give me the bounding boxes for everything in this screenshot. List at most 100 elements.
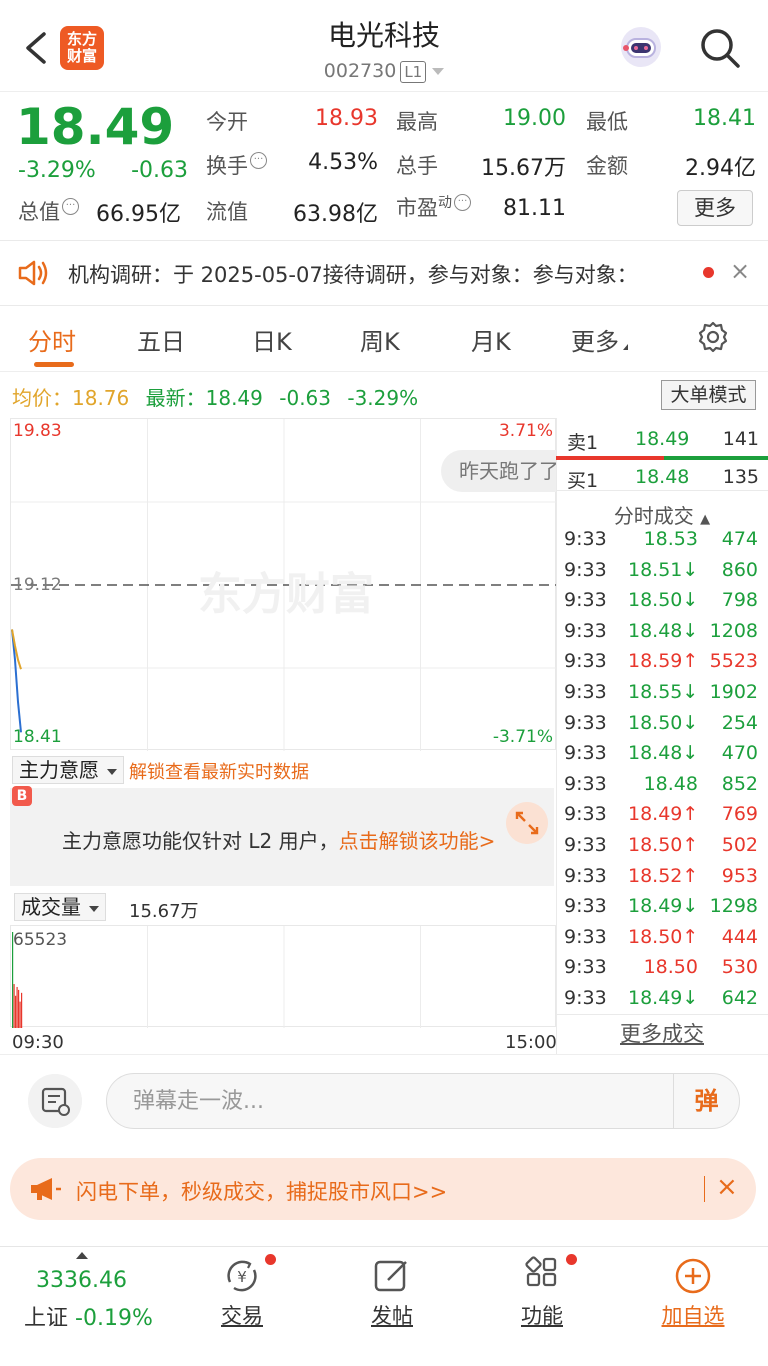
research-notice[interactable]: 机构调研：于 2025-05-07接待调研，参与对象：参与对象： [0, 242, 768, 304]
trade-time: 9:33 [564, 528, 607, 550]
notification-dot [265, 1254, 276, 1265]
nav-trade[interactable]: ¥ 交易 [197, 1256, 287, 1330]
volume-chart-svg [12, 926, 421, 1028]
pe-label[interactable]: 市盈动 ··· [396, 192, 471, 222]
change-amount: -0.63 [131, 158, 188, 183]
trade-volume: 769 [721, 803, 758, 826]
trade-row: 9:33 18.50↑ 444 [556, 926, 768, 956]
volume-chart[interactable]: 65523 [10, 925, 556, 1028]
open-value: 18.93 [315, 106, 378, 131]
nav-add-watchlist[interactable]: 加自选 [648, 1256, 738, 1330]
volume-bar [16, 986, 18, 1028]
turnover-label[interactable]: 换手 ··· [206, 150, 267, 180]
nav-functions[interactable]: 功能 [497, 1256, 587, 1330]
trade-volume: 1208 [709, 619, 758, 642]
trade-time: 9:33 [564, 803, 607, 826]
comment-list-icon[interactable] [28, 1074, 82, 1128]
search-icon[interactable] [698, 26, 742, 70]
low-label: 最低 [586, 110, 628, 134]
trade-volume: 5523 [709, 650, 758, 673]
trade-price: 18.50↑ [628, 925, 699, 948]
tab-monthly-k[interactable]: 月K [471, 322, 511, 357]
bid-price: 18.48 [635, 466, 690, 488]
index-value[interactable]: 3336.46 [36, 1268, 127, 1293]
tab-more[interactable]: 更多 [571, 322, 628, 357]
trade-price: 18.51↓ [628, 558, 699, 581]
float-cap-value: 63.98亿 [293, 202, 378, 227]
unlock-link[interactable]: 解锁查看最新实时数据 [129, 758, 309, 784]
trade-price: 18.48↓ [628, 619, 699, 642]
volume-bar [18, 989, 20, 1028]
large-order-mode-button[interactable]: 大单模式 [661, 380, 756, 410]
more-trades-link[interactable]: 更多成交 [556, 1018, 768, 1048]
gear-icon[interactable] [696, 320, 730, 354]
close-icon[interactable]: × [716, 1172, 738, 1202]
trade-price: 18.53 [643, 528, 698, 550]
y-axis-mid-label: 19.12 [13, 575, 62, 595]
trades-title[interactable]: 分时成交 ▲ [556, 500, 768, 529]
trade-volume: 852 [721, 772, 758, 795]
trade-time: 9:33 [564, 742, 607, 765]
ask-ratio-fill [556, 456, 665, 460]
robot-assistant-icon[interactable] [618, 24, 664, 70]
danmaku-input-box[interactable]: 弹 [106, 1073, 740, 1129]
send-danmaku-button[interactable]: 弹 [673, 1074, 739, 1128]
expand-up-icon[interactable] [76, 1252, 88, 1259]
latest-change: -0.63 [279, 386, 331, 410]
trade-row: 9:33 18.50↓ 254 [556, 712, 768, 742]
speaker-icon [18, 260, 48, 286]
chart-watermark: 东方财富 [198, 569, 374, 620]
grid-apps-icon [525, 1256, 557, 1287]
trade-price: 18.50 [643, 956, 698, 979]
notification-dot [566, 1254, 577, 1265]
trade-row: 9:33 18.59↑ 5523 [556, 650, 768, 680]
main-force-selector[interactable]: 主力意愿 [12, 756, 124, 784]
trade-price: 18.49↑ [628, 803, 699, 826]
amount-value: 2.94亿 [685, 156, 756, 181]
trade-icon: ¥ [227, 1260, 257, 1292]
trade-volume: 502 [721, 834, 758, 856]
promo-banner[interactable]: 闪电下单，秒级成交，捕捉股市风口>> × [10, 1158, 756, 1220]
expand-icon[interactable] [506, 802, 548, 844]
trade-price: 18.49↓ [628, 987, 699, 1009]
close-icon[interactable]: × [730, 257, 750, 285]
trade-volume: 254 [721, 711, 758, 734]
trade-time: 9:33 [564, 895, 607, 918]
active-tab-indicator [34, 362, 74, 367]
tab-five-day[interactable]: 五日 [137, 322, 185, 357]
danmaku-bubble[interactable]: 昨天跑了了 [441, 450, 556, 492]
app-header: 东方 财富 电光科技 002730 L1 [0, 0, 768, 92]
more-quote-button[interactable]: 更多 [677, 190, 753, 226]
info-icon: ··· [62, 198, 79, 215]
latest-value: 18.49 [205, 386, 263, 410]
tab-weekly-k[interactable]: 周K [360, 322, 400, 357]
trade-volume: 1298 [709, 895, 758, 918]
trade-time: 9:33 [564, 987, 607, 1009]
market-cap-label[interactable]: 总值 ··· [18, 196, 79, 226]
dropdown-icon [432, 68, 445, 75]
trade-row: 9:33 18.49↑ 769 [556, 803, 768, 833]
tab-daily-k[interactable]: 日K [252, 322, 292, 357]
volume-selector[interactable]: 成交量 [14, 893, 106, 921]
trade-volume: 642 [721, 987, 758, 1009]
danmaku-input[interactable] [133, 1074, 653, 1128]
trade-price: 18.48↓ [628, 742, 699, 765]
trade-time: 9:33 [564, 619, 607, 642]
trade-price: 18.50↑ [628, 834, 699, 856]
trade-row: 9:33 18.51↓ 860 [556, 559, 768, 589]
amount-label: 金额 [586, 154, 628, 178]
last-price: 18.49 [16, 98, 175, 156]
trade-volume: 444 [721, 925, 758, 948]
nav-post[interactable]: 发帖 [347, 1256, 437, 1330]
add-circle-icon [675, 1258, 711, 1294]
avg-price-line: 均价：18.76 最新：18.49 -0.63 -3.29% [12, 382, 418, 411]
tab-intraday[interactable]: 分时 [28, 322, 76, 357]
turnover-value: 4.53% [308, 150, 378, 175]
trade-price: 18.49↓ [628, 895, 699, 918]
main-force-info: 主力意愿功能仅针对 L2 用户，点击解锁该功能> [62, 829, 496, 853]
promo-text: 闪电下单，秒级成交，捕捉股市风口>> [76, 1180, 448, 1204]
avg-label: 均价： [12, 386, 72, 410]
time-start-label: 09:30 [12, 1032, 64, 1053]
unlock-feature-link[interactable]: 点击解锁该功能> [339, 829, 496, 853]
index-name[interactable]: 上证 -0.19% [24, 1300, 153, 1332]
